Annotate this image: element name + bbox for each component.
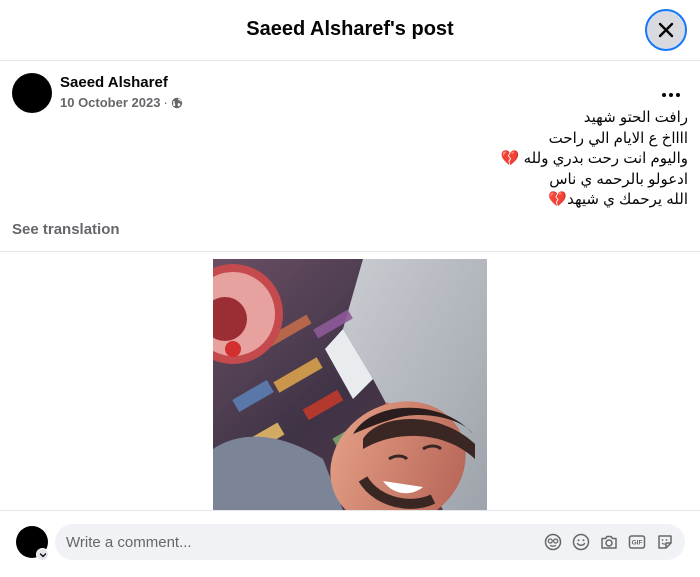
avatar-switch-button[interactable] <box>36 548 49 561</box>
post-dialog: Saeed Alsharef's post Saeed Alsharef 10 … <box>0 0 700 577</box>
photo-illustration <box>213 259 487 510</box>
more-dot <box>669 93 673 97</box>
emoji-icon <box>572 533 590 551</box>
camera-icon <box>601 535 617 549</box>
svg-text:GIF: GIF <box>632 540 643 547</box>
post-line: الله يرحمك ي شيهد💔 <box>548 191 688 208</box>
sticker-button[interactable] <box>655 532 675 552</box>
camera-button[interactable] <box>599 532 619 552</box>
see-translation-link[interactable]: See translation <box>12 221 120 238</box>
avatar-sticker-button[interactable] <box>543 532 563 552</box>
post-line: واليوم انت رحت بدري ولله 💔 <box>500 150 688 167</box>
chevron-down-icon <box>39 552 46 557</box>
comment-composer: GIF <box>0 510 700 577</box>
divider <box>0 251 700 252</box>
comment-box[interactable]: GIF <box>55 524 685 560</box>
post-photo[interactable] <box>213 259 487 510</box>
dialog-title: Saeed Alsharef's post <box>246 18 454 40</box>
author-avatar[interactable] <box>12 73 52 113</box>
post-line: ادعولو بالرحمه ي ناس <box>549 170 688 188</box>
gif-icon: GIF <box>628 535 646 549</box>
post-line: ااااخ ع الايام الي راحت <box>548 129 688 147</box>
dialog-header: Saeed Alsharef's post <box>0 0 700 61</box>
post-line: رافت الحتو شهيد <box>583 109 688 126</box>
emoji-button[interactable] <box>571 532 591 552</box>
post-content[interactable]: Saeed Alsharef 10 October 2023 · رافت ال… <box>0 61 700 510</box>
gif-button[interactable]: GIF <box>627 532 647 552</box>
comment-tools: GIF <box>543 532 675 552</box>
author-name[interactable]: Saeed Alsharef <box>60 74 168 91</box>
globe-icon <box>171 97 182 108</box>
close-button[interactable] <box>645 9 687 51</box>
avatar-sticker-icon <box>544 533 562 551</box>
post-message: رافت الحتو شهيد ااااخ ع الايام الي راحت … <box>28 108 688 211</box>
close-icon <box>658 22 674 38</box>
more-dot <box>676 93 680 97</box>
post-author-row: Saeed Alsharef 10 October 2023 · <box>12 73 688 113</box>
comment-input[interactable] <box>55 524 535 560</box>
more-options-icon <box>662 93 666 97</box>
sticker-icon <box>658 535 672 549</box>
